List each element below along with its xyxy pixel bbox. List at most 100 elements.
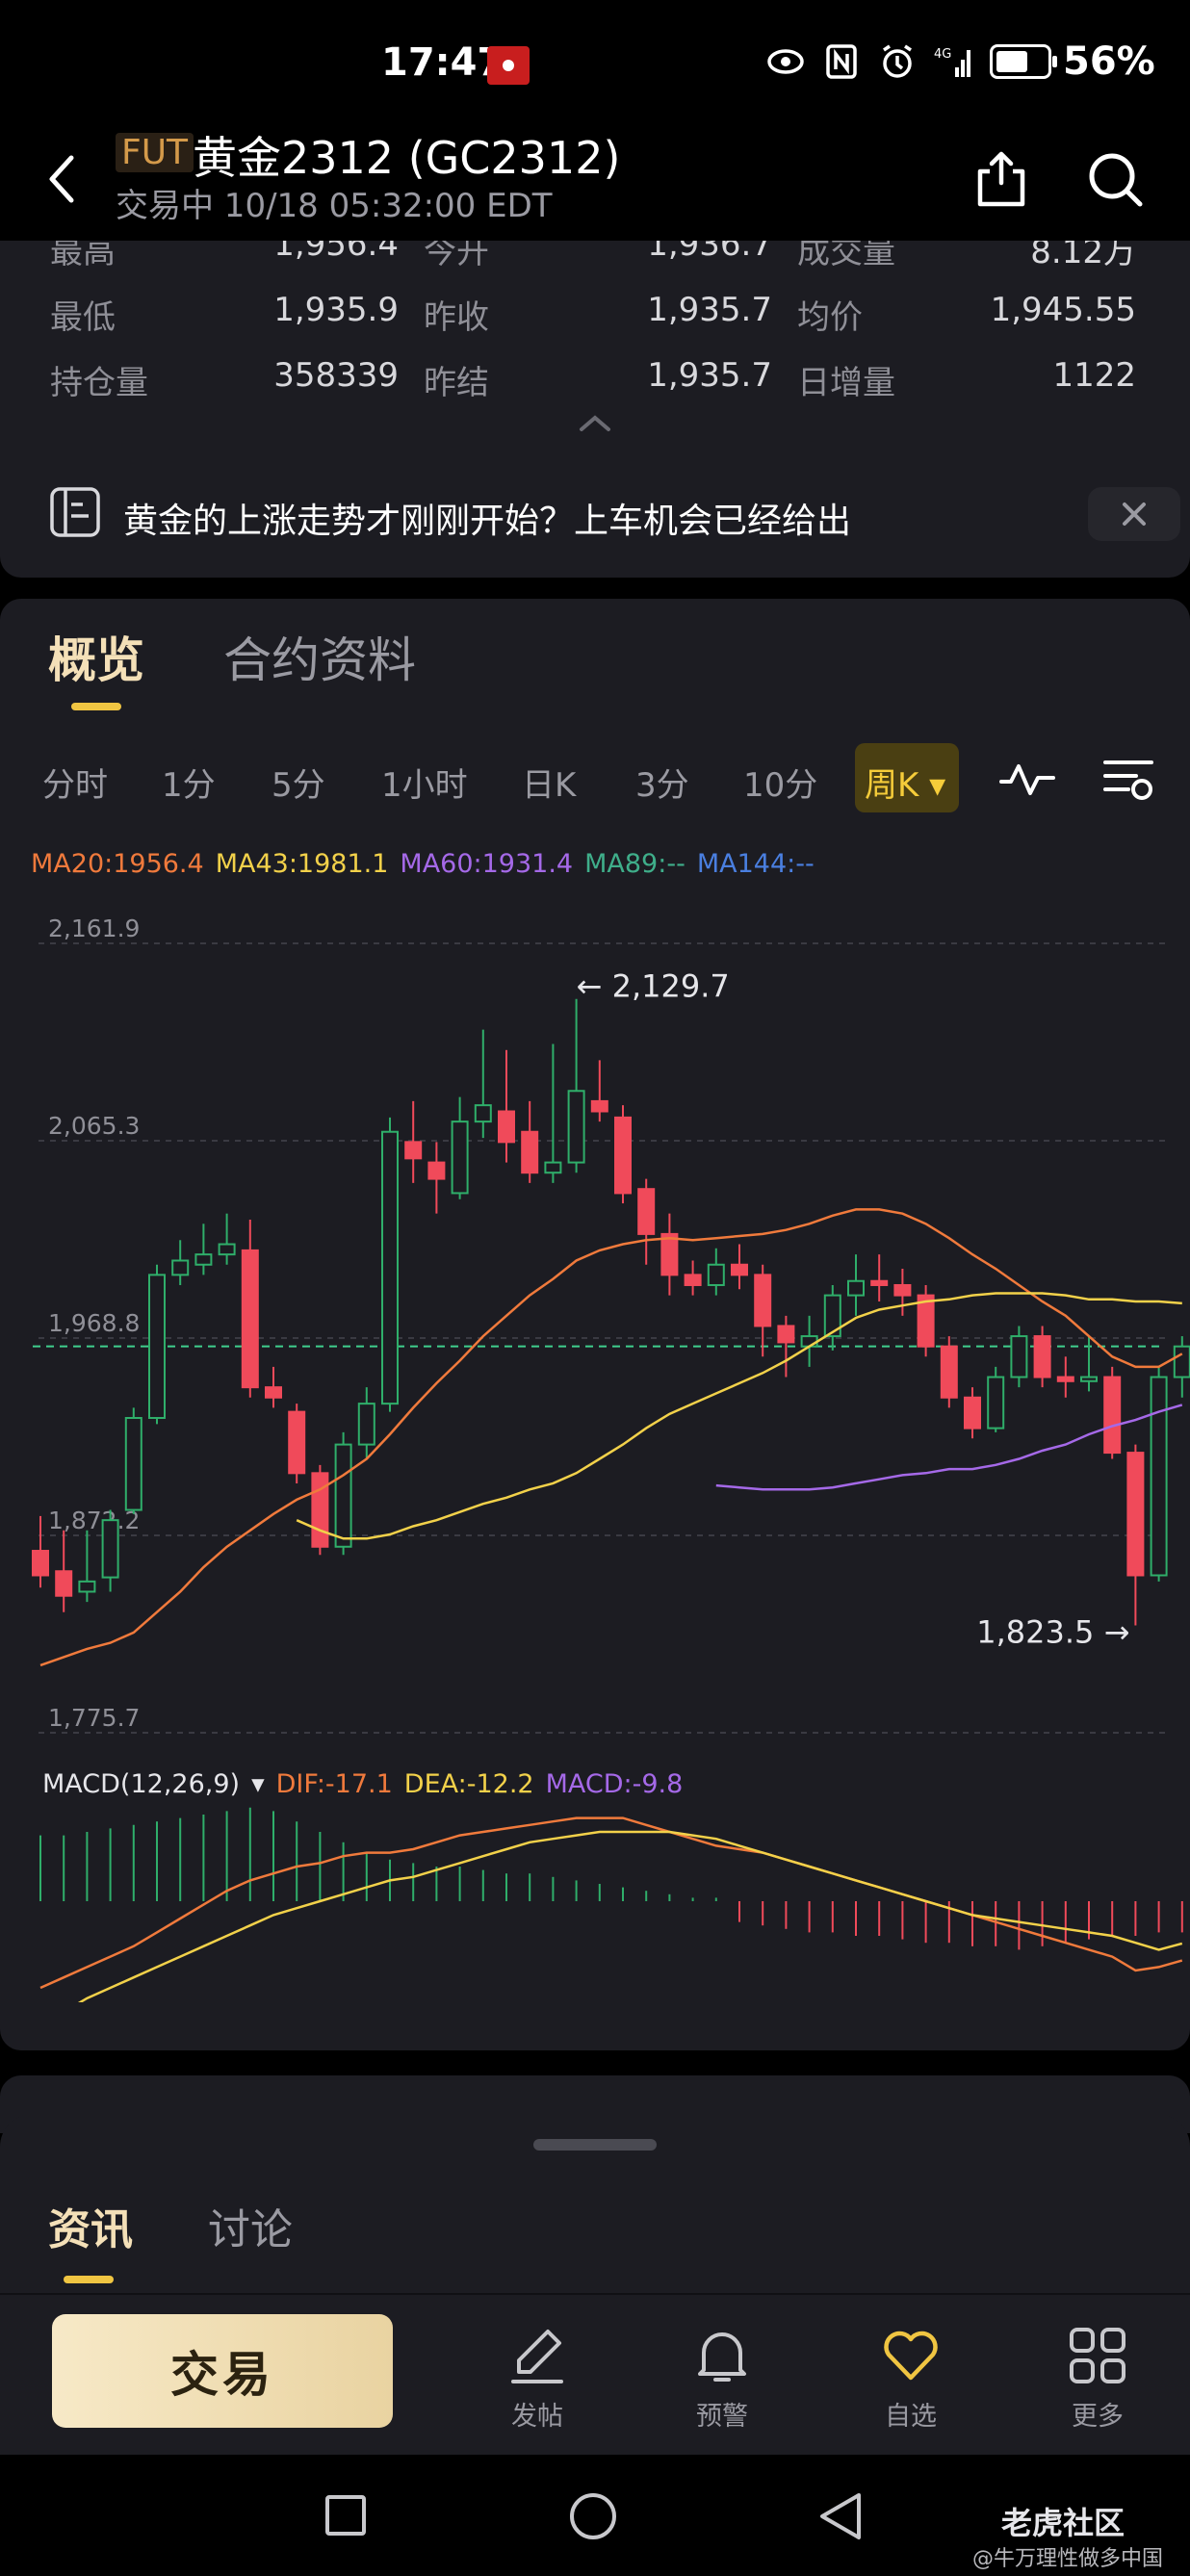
candle-body bbox=[847, 1279, 865, 1297]
promo-text: 黄金的上涨走势才刚刚开始？上车机会已经给出 bbox=[123, 502, 852, 541]
battery-percent: 56% bbox=[1063, 39, 1155, 84]
signal-icon: 4G bbox=[934, 47, 970, 77]
stat-value: 1,935.7 bbox=[647, 291, 772, 329]
kline-chart[interactable]: 2,161.92,065.31,968.81,872.21,775.7← 2,1… bbox=[0, 905, 1190, 2002]
active-tab-indicator bbox=[64, 2276, 114, 2283]
candle-body bbox=[357, 1403, 375, 1446]
close-icon bbox=[1123, 502, 1146, 526]
stat-label: 今开 bbox=[424, 241, 489, 271]
stat-value: 1,936.7 bbox=[647, 241, 772, 264]
watchlist-label: 自选 bbox=[885, 2402, 937, 2432]
candles bbox=[32, 998, 1190, 1626]
futures-badge: FUT bbox=[116, 133, 194, 172]
period-10min[interactable]: 10分 bbox=[743, 759, 817, 806]
home-icon[interactable] bbox=[570, 2493, 616, 2539]
alarm-icon bbox=[883, 44, 912, 78]
recents-icon[interactable] bbox=[325, 2495, 366, 2536]
macd-dea: DEA:-12.2 bbox=[403, 1769, 534, 1799]
chart-settings-icon[interactable] bbox=[1101, 757, 1155, 803]
ma43-legend: MA43:1981.1 bbox=[215, 849, 389, 879]
system-back-icon[interactable] bbox=[816, 2491, 865, 2541]
candle-body bbox=[404, 1141, 423, 1160]
candle-body bbox=[55, 1570, 73, 1597]
dif-line bbox=[39, 1816, 1183, 1990]
alert-button[interactable]: 预警 bbox=[664, 2324, 780, 2432]
stat-value: 1,935.9 bbox=[273, 291, 399, 329]
period-intraday[interactable]: 分时 bbox=[42, 759, 108, 806]
indicator-icon[interactable] bbox=[999, 759, 1057, 797]
svg-text:4G: 4G bbox=[934, 47, 951, 62]
macd-histogram bbox=[39, 1807, 1183, 1950]
bell-icon bbox=[698, 2332, 746, 2382]
watermark-logo: 老虎社区 bbox=[1001, 2505, 1125, 2541]
notification-icon bbox=[487, 46, 530, 85]
stat-value: 1122 bbox=[1052, 356, 1136, 395]
status-time: 17:47 bbox=[381, 40, 504, 85]
candle-body bbox=[1056, 1376, 1074, 1382]
drag-handle[interactable] bbox=[533, 2139, 657, 2151]
watchlist-button[interactable]: 自选 bbox=[853, 2324, 969, 2432]
candle-body bbox=[194, 1253, 213, 1266]
period-daily[interactable]: 日K bbox=[522, 759, 576, 806]
candle-body bbox=[870, 1279, 889, 1286]
candle-body bbox=[614, 1116, 632, 1195]
trade-button[interactable]: 交易 bbox=[52, 2314, 393, 2428]
macd-legend[interactable]: MACD(12,26,9) ▾ DIF:-17.1 DEA:-12.2 MACD… bbox=[42, 1769, 683, 1799]
candle-body bbox=[334, 1443, 352, 1548]
search-icon[interactable] bbox=[1086, 150, 1144, 208]
candle-body bbox=[171, 1259, 190, 1276]
stat-label: 昨收 bbox=[424, 298, 489, 337]
candle-body bbox=[32, 1550, 49, 1577]
tab-overview[interactable]: 概览 bbox=[48, 622, 144, 691]
period-3min[interactable]: 3分 bbox=[635, 759, 689, 806]
candle-body bbox=[1033, 1335, 1051, 1378]
candle-body bbox=[684, 1274, 702, 1286]
trade-status: 交易中 10/18 05:32:00 EDT bbox=[116, 187, 553, 225]
candle-body bbox=[218, 1243, 236, 1256]
candle-body bbox=[381, 1130, 399, 1405]
candle-body bbox=[124, 1416, 142, 1511]
candle-body bbox=[660, 1232, 679, 1276]
candle-body bbox=[707, 1263, 725, 1286]
stat-label: 日增量 bbox=[797, 364, 895, 402]
candle-body bbox=[754, 1274, 772, 1327]
candle-body bbox=[731, 1263, 748, 1276]
chevron-down-icon: ▾ bbox=[251, 1769, 265, 1799]
close-button[interactable] bbox=[1088, 487, 1180, 541]
candle-body bbox=[311, 1472, 329, 1548]
status-icons: 4G 56% bbox=[766, 39, 1155, 84]
more-button[interactable]: 更多 bbox=[1040, 2324, 1155, 2432]
dea-line bbox=[77, 1830, 1183, 2002]
period-1hour[interactable]: 1小时 bbox=[381, 759, 468, 806]
article-icon bbox=[50, 487, 100, 537]
grid-icon bbox=[1070, 2328, 1125, 2383]
pencil-icon bbox=[511, 2330, 563, 2383]
candle-body bbox=[1103, 1376, 1122, 1455]
share-icon[interactable] bbox=[974, 148, 1028, 208]
candle-body bbox=[288, 1410, 306, 1475]
stat-label: 最高 bbox=[50, 241, 116, 271]
period-1min[interactable]: 1分 bbox=[162, 759, 216, 806]
post-label: 发帖 bbox=[511, 2402, 563, 2432]
candle-body bbox=[567, 1090, 585, 1164]
y-tick-label: 1,968.8 bbox=[48, 1309, 140, 1337]
divider bbox=[0, 2293, 1190, 2295]
candle-body bbox=[1173, 1345, 1190, 1378]
stats-row: 最低 1,935.9 昨收 1,935.7 均价 1,945.55 bbox=[0, 291, 1190, 348]
tab-news[interactable]: 资讯 bbox=[48, 2195, 133, 2256]
post-button[interactable]: 发帖 bbox=[479, 2324, 595, 2432]
period-5min[interactable]: 5分 bbox=[272, 759, 325, 806]
stat-label: 持仓量 bbox=[50, 364, 148, 402]
nfc-icon bbox=[826, 44, 857, 79]
candle-body bbox=[474, 1104, 492, 1123]
candle-body bbox=[1150, 1376, 1168, 1577]
tab-discussion[interactable]: 讨论 bbox=[208, 2195, 293, 2256]
macd-params: MACD(12,26,9) bbox=[42, 1769, 241, 1799]
tab-contract-info[interactable]: 合约资料 bbox=[223, 622, 416, 691]
candle-body bbox=[265, 1386, 282, 1399]
stat-value: 1,956.4 bbox=[273, 241, 399, 264]
ma60-legend: MA60:1931.4 bbox=[400, 849, 574, 879]
chevron-up-icon[interactable] bbox=[576, 412, 614, 435]
back-arrow-icon[interactable] bbox=[42, 152, 81, 206]
stat-label: 均价 bbox=[797, 298, 863, 337]
